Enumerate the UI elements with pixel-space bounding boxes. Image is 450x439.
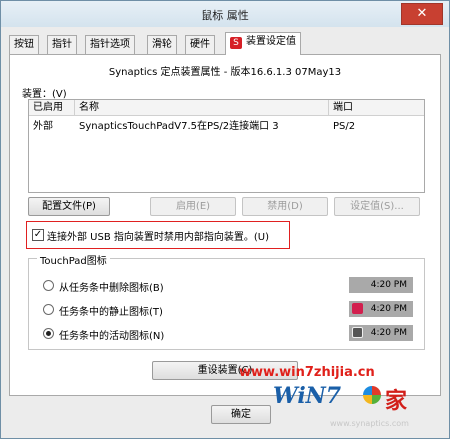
tab-hardware[interactable]: 硬件 (185, 35, 215, 54)
usb-disable-checkbox-label[interactable]: 连接外部 USB 指向装置时禁用内部指向装置。(U) (47, 228, 269, 243)
touchpad-red-icon (352, 303, 363, 314)
settings-button[interactable]: 设定值(S)... (334, 197, 420, 216)
tab-device-settings[interactable]: S 装置设定值 (225, 32, 301, 55)
device-port-cell[interactable]: PS/2 (329, 119, 355, 134)
touchpad-gray-icon (352, 327, 363, 338)
window-title: 鼠标 属性 (201, 9, 249, 22)
close-button[interactable]: ✕ (401, 3, 443, 25)
watermark-brand-jia: 家 (385, 389, 408, 414)
radio-button[interactable] (43, 280, 54, 291)
tab-pointers[interactable]: 指针 (47, 35, 77, 54)
device-settings-panel: Synaptics 定点装置属性 - 版本16.6.1.3 07May13 装置… (9, 54, 441, 428)
tab-device-settings-label: 装置设定值 (246, 36, 296, 47)
devices-label: 装置：(V) (22, 89, 67, 100)
synaptics-icon: S (230, 37, 242, 49)
radio-static-icon-label[interactable]: 任务条中的静止图标(T) (59, 303, 163, 318)
radio-active-icon-label[interactable]: 任务条中的活动图标(N) (59, 327, 164, 342)
touchpad-icon-group-title: TouchPad图标 (37, 252, 110, 267)
tray-time: 4:20 PM (370, 328, 407, 338)
tab-wheel[interactable]: 滑轮 (147, 35, 177, 54)
tab-pointer-options[interactable]: 指针选项 (85, 35, 135, 54)
mouse-properties-window: 鼠标 属性 ✕ 按钮 指针 指针选项 滑轮 硬件 S 装置设定值 Synapti… (0, 0, 450, 439)
tray-time: 4:20 PM (370, 304, 407, 314)
profile-button[interactable]: 配置文件(P) (28, 197, 110, 216)
usb-checkbox-highlight: ✓ 连接外部 USB 指向装置时禁用内部指向装置。(U) (26, 221, 290, 249)
column-header-port[interactable]: 端口 (329, 100, 424, 116)
tray-preview-static: 4:20 PM (349, 301, 413, 317)
tab-buttons[interactable]: 按钮 (9, 35, 39, 54)
column-header-name[interactable]: 名称 (75, 100, 329, 116)
panel-header: Synaptics 定点装置属性 - 版本16.6.1.3 07May13 (108, 67, 342, 78)
watermark-logo: WiN7 家 (273, 383, 433, 414)
tray-preview-remove: 4:20 PM (349, 277, 413, 293)
tray-time: 4:20 PM (370, 280, 407, 290)
watermark-brand-text: WiN7 (273, 383, 342, 409)
title-bar[interactable]: 鼠标 属性 ✕ (1, 1, 449, 27)
column-header-enabled[interactable]: 已启用 (29, 100, 75, 116)
synaptics-url[interactable]: www.synaptics.com (330, 419, 409, 428)
device-enabled-cell[interactable]: 外部 (29, 119, 53, 134)
radio-remove-icon-label[interactable]: 从任务条中删除图标(B) (59, 279, 164, 294)
touchpad-icon-group: TouchPad图标 从任务条中删除图标(B) 4:20 PM 任务条中的静止图… (28, 252, 425, 350)
watermark-url: www.win7zhijia.cn (239, 365, 375, 380)
device-name-cell[interactable]: SynapticsTouchPadV7.5在PS/2连接端口 3 (75, 119, 279, 134)
disable-button[interactable]: 禁用(D) (242, 197, 328, 216)
windows-logo-icon (363, 386, 381, 404)
usb-disable-checkbox[interactable]: ✓ (32, 229, 44, 241)
enable-button[interactable]: 启用(E) (150, 197, 236, 216)
radio-button[interactable] (43, 304, 54, 315)
radio-button-selected[interactable] (43, 328, 54, 339)
device-table[interactable]: 已启用 名称 端口 外部 SynapticsTouchPadV7.5在PS/2连… (28, 99, 425, 193)
ok-button[interactable]: 确定 (211, 405, 271, 424)
tray-preview-active: 4:20 PM (349, 325, 413, 341)
